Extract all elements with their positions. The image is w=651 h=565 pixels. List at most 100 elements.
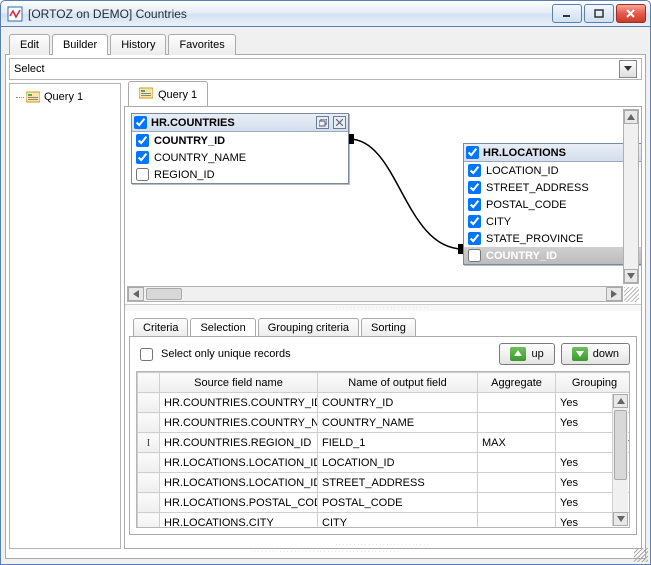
row-marker[interactable] <box>138 473 160 493</box>
col-output[interactable]: Name of output field <box>318 373 478 393</box>
cell-aggregate[interactable] <box>478 453 556 473</box>
row-marker[interactable] <box>138 393 160 413</box>
column-checkbox[interactable] <box>468 181 481 194</box>
cell-output[interactable]: LOCATION_ID <box>318 453 478 473</box>
column-checkbox[interactable] <box>468 249 481 262</box>
cell-source[interactable]: HR.COUNTRIES.COUNTRY_ID <box>160 393 318 413</box>
grid-v-scrollbar[interactable] <box>612 394 628 526</box>
maximize-button[interactable] <box>584 4 614 23</box>
table-column-row[interactable]: COUNTRY_ID <box>132 132 348 149</box>
table-check-all[interactable] <box>134 116 147 129</box>
cell-aggregate[interactable] <box>478 393 556 413</box>
window-resize-grip[interactable] <box>634 548 648 562</box>
table-check-all[interactable] <box>466 146 479 159</box>
bottom-splitter[interactable]: ∙∙∙∙∙∙∙∙∙∙∙∙∙∙∙∙∙∙∙∙∙∙∙∙∙∙∙∙∙∙∙∙∙∙∙∙∙∙∙∙… <box>9 549 642 555</box>
column-checkbox[interactable] <box>468 232 481 245</box>
col-source[interactable]: Source field name <box>160 373 318 393</box>
table-column-row[interactable]: COUNTRY_NAME <box>132 149 348 166</box>
cell-aggregate[interactable]: MAX <box>478 433 556 453</box>
chevron-down-icon[interactable] <box>619 60 637 78</box>
table-column-row[interactable]: STREET_ADDRESS <box>464 179 641 196</box>
table-column-row[interactable]: POSTAL_CODE <box>464 196 641 213</box>
scroll-down-icon[interactable] <box>624 269 638 283</box>
diagram-area[interactable]: HR.COUNTRIES COUNTRY_IDCOUNTRY_NAMEREGIO… <box>125 107 641 305</box>
cell-output[interactable]: COUNTRY_NAME <box>318 413 478 433</box>
unique-records-input[interactable] <box>140 348 153 361</box>
table-row[interactable]: HR.LOCATIONS.CITYCITYYes <box>138 513 631 529</box>
tab-favorites[interactable]: Favorites <box>168 34 235 55</box>
column-checkbox[interactable] <box>468 198 481 211</box>
resize-grip[interactable] <box>624 287 639 302</box>
table-row[interactable]: HR.LOCATIONS.POSTAL_CODEPOSTAL_CODEYes <box>138 493 631 513</box>
row-marker[interactable]: I <box>138 433 160 453</box>
table-header[interactable]: HR.COUNTRIES <box>132 114 348 132</box>
table-header[interactable]: HR.LOCATIONS <box>464 144 641 162</box>
table-restore-icon[interactable] <box>316 116 329 129</box>
minimize-button[interactable] <box>552 4 582 23</box>
select-combo[interactable]: Select <box>9 58 642 80</box>
tab-builder[interactable]: Builder <box>52 34 108 55</box>
cell-output[interactable]: STREET_ADDRESS <box>318 473 478 493</box>
cell-aggregate[interactable] <box>478 473 556 493</box>
cell-aggregate[interactable] <box>478 493 556 513</box>
cell-aggregate[interactable] <box>478 413 556 433</box>
row-marker[interactable] <box>138 493 160 513</box>
scroll-thumb[interactable] <box>146 288 182 300</box>
column-checkbox[interactable] <box>136 134 149 147</box>
table-column-row[interactable]: COUNTRY_ID <box>464 247 641 264</box>
table-column-row[interactable]: STATE_PROVINCE <box>464 230 641 247</box>
row-marker[interactable] <box>138 513 160 529</box>
h-splitter[interactable]: ∙∙∙∙∙∙∙∙∙∙∙∙∙∙∙∙∙∙∙∙∙∙∙∙∙∙ <box>125 542 641 548</box>
cell-source[interactable]: HR.LOCATIONS.CITY <box>160 513 318 529</box>
row-marker[interactable] <box>138 453 160 473</box>
h-scrollbar[interactable] <box>127 286 623 302</box>
scroll-up-icon[interactable] <box>624 110 638 124</box>
unique-records-checkbox[interactable]: Select only unique records <box>136 345 291 364</box>
scroll-thumb[interactable] <box>614 410 627 480</box>
v-scrollbar[interactable] <box>623 109 639 284</box>
table-box-locations[interactable]: HR.LOCATIONS LOCATION_IDSTREET_ADDRESSPO… <box>463 143 641 265</box>
cell-source[interactable]: HR.LOCATIONS.LOCATION_ID <box>160 473 318 493</box>
cell-output[interactable]: CITY <box>318 513 478 529</box>
query-tab-1[interactable]: Query 1 <box>128 81 208 107</box>
selection-grid[interactable]: Source field name Name of output field A… <box>136 371 630 528</box>
col-grouping[interactable]: Grouping <box>556 373 631 393</box>
scroll-down-icon[interactable] <box>613 512 628 526</box>
tab-selection[interactable]: Selection <box>190 318 255 337</box>
cell-source[interactable]: HR.COUNTRIES.REGION_ID <box>160 433 318 453</box>
scroll-up-icon[interactable] <box>613 394 628 408</box>
tab-sorting[interactable]: Sorting <box>361 318 416 337</box>
scroll-right-icon[interactable] <box>606 287 622 301</box>
tree-node-query1[interactable]: Query 1 <box>12 88 118 106</box>
cell-output[interactable]: FIELD_1 <box>318 433 478 453</box>
tab-criteria[interactable]: Criteria <box>133 318 188 337</box>
column-checkbox[interactable] <box>136 168 149 181</box>
column-checkbox[interactable] <box>468 215 481 228</box>
row-marker[interactable] <box>138 413 160 433</box>
table-row[interactable]: HR.COUNTRIES.COUNTRY_IDCOUNTRY_IDYes <box>138 393 631 413</box>
col-aggregate[interactable]: Aggregate <box>478 373 556 393</box>
table-close-icon[interactable] <box>333 116 346 129</box>
table-row[interactable]: HR.LOCATIONS.LOCATION_IDSTREET_ADDRESSYe… <box>138 473 631 493</box>
table-column-row[interactable]: CITY <box>464 213 641 230</box>
cell-source[interactable]: HR.LOCATIONS.POSTAL_CODE <box>160 493 318 513</box>
up-button[interactable]: up <box>499 343 554 365</box>
table-row[interactable]: HR.LOCATIONS.LOCATION_IDLOCATION_IDYes <box>138 453 631 473</box>
down-button[interactable]: down <box>561 343 630 365</box>
table-column-row[interactable]: LOCATION_ID <box>464 162 641 179</box>
tab-grouping[interactable]: Grouping criteria <box>258 318 359 337</box>
table-box-countries[interactable]: HR.COUNTRIES COUNTRY_IDCOUNTRY_NAMEREGIO… <box>131 113 349 184</box>
table-row[interactable]: IHR.COUNTRIES.REGION_IDFIELD_1MAX <box>138 433 631 453</box>
cell-aggregate[interactable] <box>478 513 556 529</box>
column-checkbox[interactable] <box>136 151 149 164</box>
table-column-row[interactable]: REGION_ID <box>132 166 348 183</box>
tab-history[interactable]: History <box>110 34 166 55</box>
cell-output[interactable]: COUNTRY_ID <box>318 393 478 413</box>
close-button[interactable] <box>616 4 646 23</box>
cell-source[interactable]: HR.COUNTRIES.COUNTRY_NA <box>160 413 318 433</box>
scroll-left-icon[interactable] <box>128 287 144 301</box>
column-checkbox[interactable] <box>468 164 481 177</box>
cell-source[interactable]: HR.LOCATIONS.LOCATION_ID <box>160 453 318 473</box>
cell-output[interactable]: POSTAL_CODE <box>318 493 478 513</box>
tab-edit[interactable]: Edit <box>9 34 50 55</box>
